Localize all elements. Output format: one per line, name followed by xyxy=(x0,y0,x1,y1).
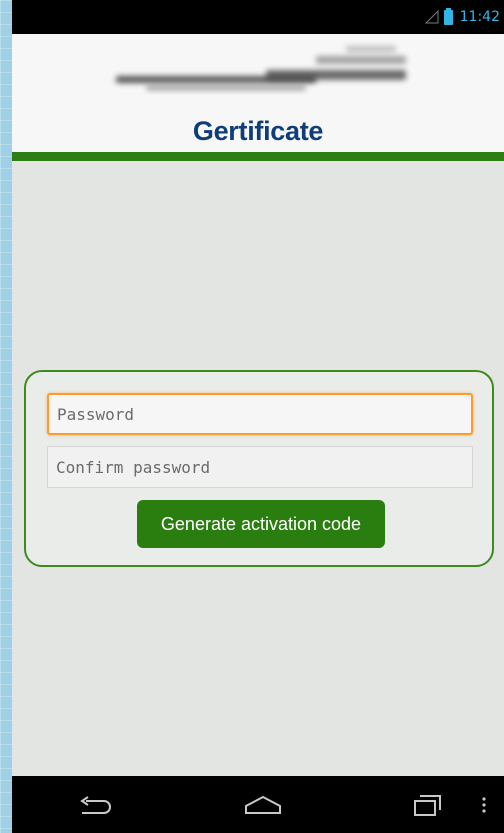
device-screen: 11:42 Gertificate Generate activation co… xyxy=(12,0,504,833)
signal-icon xyxy=(424,10,439,24)
recent-apps-icon xyxy=(414,795,441,816)
status-indicators: 11:42 xyxy=(424,7,500,26)
battery-icon xyxy=(443,7,453,25)
activation-form: Generate activation code xyxy=(24,370,494,567)
app-header: Gertificate xyxy=(12,34,504,152)
overflow-menu-icon xyxy=(482,797,486,813)
recent-apps-button[interactable] xyxy=(398,788,458,822)
home-icon xyxy=(245,795,281,814)
generate-activation-code-button[interactable]: Generate activation code xyxy=(137,500,385,548)
confirm-password-input[interactable] xyxy=(47,446,473,488)
password-input[interactable] xyxy=(47,393,473,435)
overflow-menu-button[interactable] xyxy=(472,788,496,822)
back-button[interactable] xyxy=(66,788,126,822)
home-button[interactable] xyxy=(233,788,293,822)
navigation-bar xyxy=(12,776,504,833)
main-content: Generate activation code xyxy=(12,161,504,776)
page-title: Gertificate xyxy=(192,116,324,146)
status-time: 11:42 xyxy=(459,9,500,25)
header-divider xyxy=(12,152,504,161)
status-bar: 11:42 xyxy=(12,0,504,34)
app-logo xyxy=(116,42,406,102)
back-icon xyxy=(80,796,111,814)
